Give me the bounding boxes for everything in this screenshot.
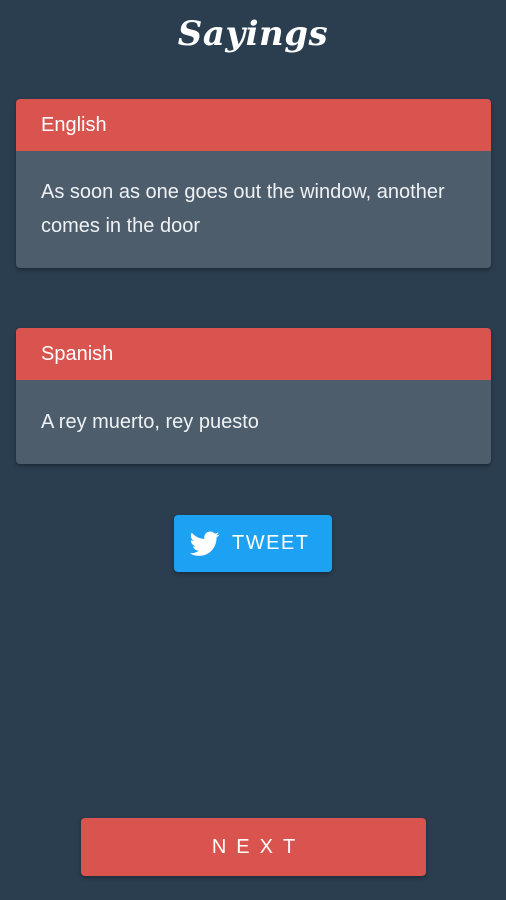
next-button[interactable]: NEXT	[81, 818, 426, 876]
app-title: Sayings	[177, 14, 329, 54]
english-saying-text: As soon as one goes out the window, anot…	[16, 151, 491, 268]
english-card-header: English	[16, 99, 491, 151]
tweet-button[interactable]: TWEET	[174, 515, 332, 572]
next-button-label: NEXT	[211, 835, 306, 858]
spanish-saying-text: A rey muerto, rey puesto	[16, 380, 491, 464]
english-saying-card: English As soon as one goes out the wind…	[16, 99, 491, 268]
twitter-bird-icon	[190, 531, 220, 557]
spanish-card-header: Spanish	[16, 328, 491, 380]
tweet-button-label: TWEET	[232, 532, 310, 554]
spanish-saying-card: Spanish A rey muerto, rey puesto	[16, 328, 491, 464]
